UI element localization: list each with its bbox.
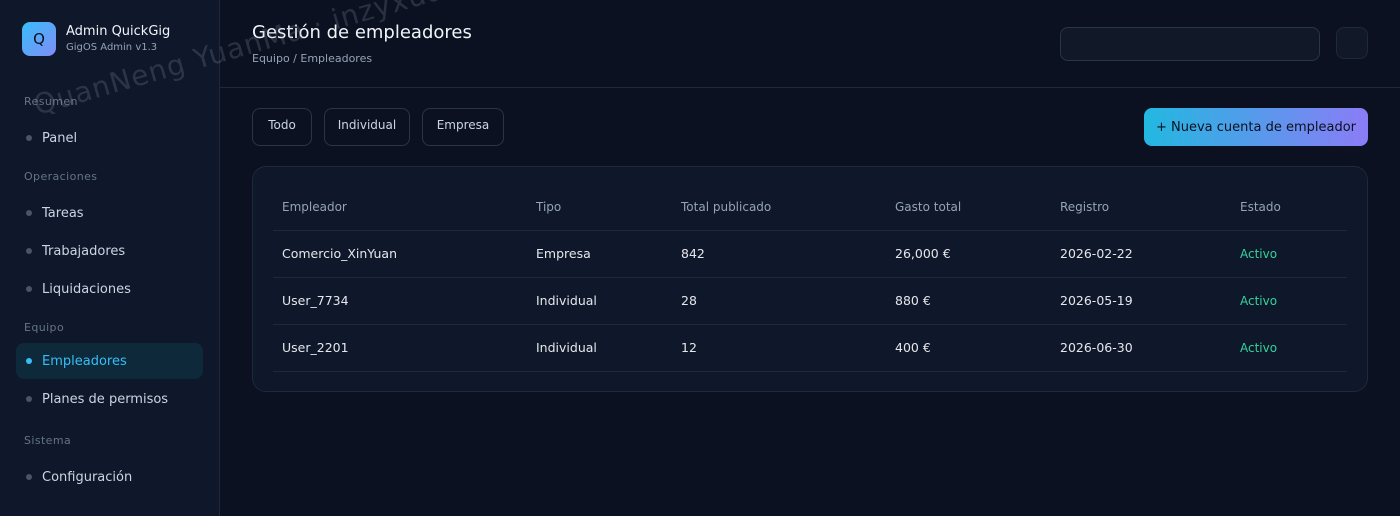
cell-employer: Comercio_XinYuan	[273, 230, 527, 278]
cell-registered: 2026-02-22	[1051, 230, 1231, 278]
main-content: Gestión de empleadores Equipo / Empleado…	[220, 0, 1400, 516]
bullet-icon	[26, 248, 32, 254]
cell-type: Individual	[527, 324, 672, 372]
sidebar-item-label: Trabajadores	[42, 243, 126, 259]
nav-section-title: Sistema	[24, 434, 72, 447]
sidebar-item-label: Tareas	[42, 205, 84, 221]
employers-table: Empleador Tipo Total publicado Gasto tot…	[273, 185, 1347, 372]
column-header-estado[interactable]: Estado	[1231, 185, 1347, 231]
toolbar: Todo Individual Empresa + Nueva cuenta d…	[252, 108, 1368, 146]
nav-section-title: Equipo	[24, 321, 65, 334]
cell-type: Individual	[527, 277, 672, 325]
column-header-tipo[interactable]: Tipo	[527, 185, 672, 231]
cell-total-spend: 880 €	[886, 277, 1051, 325]
bullet-icon	[26, 396, 32, 402]
bullet-icon	[26, 358, 32, 364]
cell-total-spend: 400 €	[886, 324, 1051, 372]
sidebar-item-panel[interactable]: Panel	[16, 120, 203, 156]
bullet-icon	[26, 135, 32, 141]
table-header-row: Empleador Tipo Total publicado Gasto tot…	[273, 185, 1347, 231]
status-badge: Activo	[1231, 230, 1347, 278]
status-badge: Activo	[1231, 277, 1347, 325]
sidebar-item-label: Panel	[42, 130, 78, 146]
nav-section-title: Resumen	[24, 95, 78, 108]
sidebar-item-empleadores[interactable]: Empleadores	[16, 343, 203, 379]
employers-table-card: Empleador Tipo Total publicado Gasto tot…	[252, 166, 1368, 392]
sidebar-item-tareas[interactable]: Tareas	[16, 195, 203, 231]
new-employer-account-button[interactable]: + Nueva cuenta de empleador	[1144, 108, 1368, 146]
sidebar: Q Admin QuickGig GigOS Admin v1.3 Resume…	[0, 0, 220, 516]
cell-total-spend: 26,000 €	[886, 230, 1051, 278]
sidebar-item-configuracion[interactable]: Configuración	[16, 459, 203, 495]
cell-registered: 2026-06-30	[1051, 324, 1231, 372]
status-badge: Activo	[1231, 324, 1347, 372]
sidebar-item-label: Configuración	[42, 469, 133, 485]
cell-employer: User_2201	[273, 324, 527, 372]
column-header-registro[interactable]: Registro	[1051, 185, 1231, 231]
bullet-icon	[26, 210, 32, 216]
brand-text: Admin QuickGig GigOS Admin v1.3	[66, 23, 170, 55]
header-action-button[interactable]	[1336, 27, 1368, 59]
table-row[interactable]: User_2201 Individual 12 400 € 2026-06-30…	[273, 324, 1347, 372]
cell-total-published: 28	[672, 277, 886, 325]
filter-individual[interactable]: Individual	[324, 108, 410, 146]
sidebar-item-liquidaciones[interactable]: Liquidaciones	[16, 271, 203, 307]
bullet-icon	[26, 474, 32, 480]
brand-logo: Q	[22, 22, 56, 56]
nav-group-resumen: Resumen Panel	[16, 95, 203, 156]
sidebar-item-label: Liquidaciones	[42, 281, 131, 297]
filter-empresa[interactable]: Empresa	[422, 108, 504, 146]
nav-group-equipo: Equipo Empleadores Planes de permisos	[16, 321, 203, 417]
cell-total-published: 842	[672, 230, 886, 278]
brand-name: Admin QuickGig	[66, 24, 171, 39]
page-header: Gestión de empleadores Equipo / Empleado…	[220, 0, 1400, 88]
cell-employer: User_7734	[273, 277, 527, 325]
search-input[interactable]	[1060, 27, 1320, 61]
app-root: Q Admin QuickGig GigOS Admin v1.3 Resume…	[0, 0, 1400, 516]
column-header-empleador[interactable]: Empleador	[273, 185, 527, 231]
cell-type: Empresa	[527, 230, 672, 278]
nav-group-operaciones: Operaciones Tareas Trabajadores Liquidac…	[16, 170, 203, 307]
nav-section-title: Operaciones	[24, 170, 98, 183]
sidebar-item-trabajadores[interactable]: Trabajadores	[16, 233, 203, 269]
table-row[interactable]: Comercio_XinYuan Empresa 842 26,000 € 20…	[273, 230, 1347, 278]
sidebar-item-label: Empleadores	[42, 353, 127, 369]
table-row[interactable]: User_7734 Individual 28 880 € 2026-05-19…	[273, 277, 1347, 325]
brand-version: GigOS Admin v1.3	[66, 42, 158, 53]
cell-registered: 2026-05-19	[1051, 277, 1231, 325]
column-header-total-publicado[interactable]: Total publicado	[672, 185, 886, 231]
sidebar-item-label: Planes de permisos	[42, 391, 169, 407]
column-header-gasto-total[interactable]: Gasto total	[886, 185, 1051, 231]
brand: Q Admin QuickGig GigOS Admin v1.3	[16, 22, 203, 56]
sidebar-item-planes-de-permisos[interactable]: Planes de permisos	[16, 381, 203, 417]
bullet-icon	[26, 286, 32, 292]
nav-group-sistema: Sistema Configuración	[16, 434, 203, 495]
filter-todo[interactable]: Todo	[252, 108, 312, 146]
cell-total-published: 12	[672, 324, 886, 372]
